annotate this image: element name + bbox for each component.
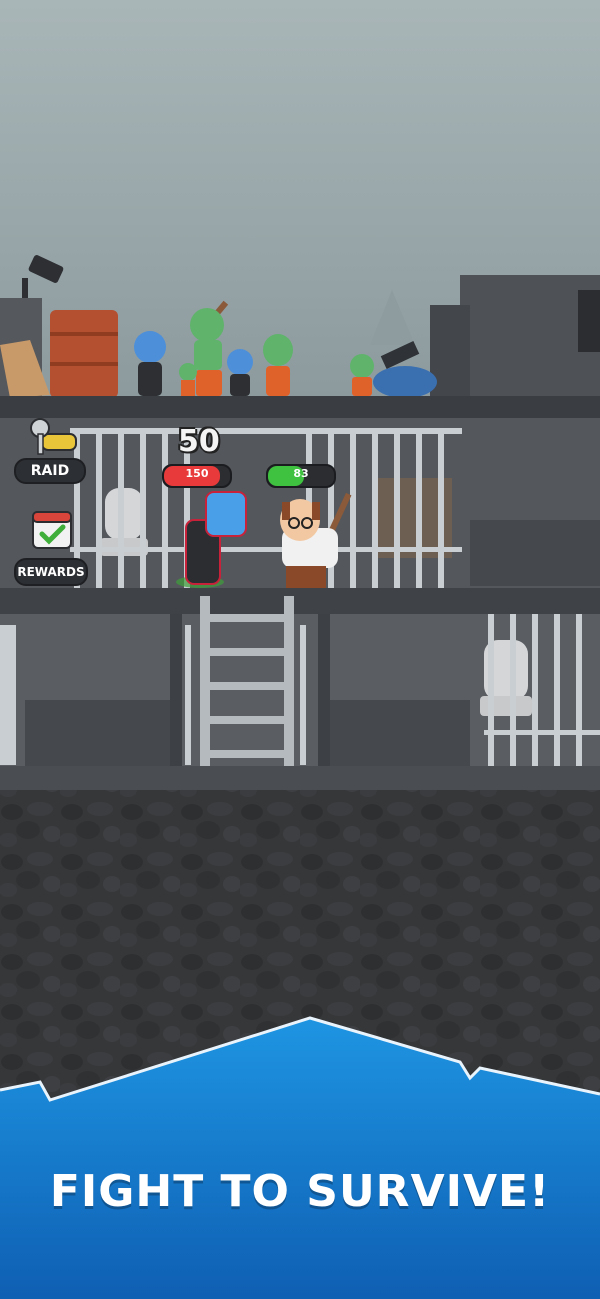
game-scene xyxy=(0,0,600,1299)
wave-counter: 50 xyxy=(178,424,220,459)
rewards-calendar-check-icon xyxy=(32,511,72,549)
banner-title: FIGHT TO SURVIVE! xyxy=(49,1166,551,1217)
wall-panel xyxy=(25,700,170,766)
wall-panel xyxy=(470,520,600,586)
barrel xyxy=(50,310,118,398)
rewards-button[interactable]: REWARDS xyxy=(14,506,88,586)
pillar xyxy=(170,614,182,768)
enemy-health-value: 150 xyxy=(185,467,209,480)
roof-slab xyxy=(0,396,600,418)
raid-car-key-icon xyxy=(30,418,77,455)
player-health-bar: 83 xyxy=(266,464,336,488)
wall-panel xyxy=(330,700,470,766)
roof-window xyxy=(578,290,600,352)
raid-label: RAID xyxy=(14,458,86,484)
enemy-health-bar: 150 xyxy=(162,464,232,488)
middle-slab xyxy=(0,588,600,614)
pillar xyxy=(318,614,330,768)
rewards-label: REWARDS xyxy=(14,558,88,586)
ground-slab xyxy=(0,766,600,790)
player-health-value: 83 xyxy=(293,467,309,480)
raid-button[interactable]: RAID xyxy=(14,414,88,486)
toilet xyxy=(480,640,532,716)
